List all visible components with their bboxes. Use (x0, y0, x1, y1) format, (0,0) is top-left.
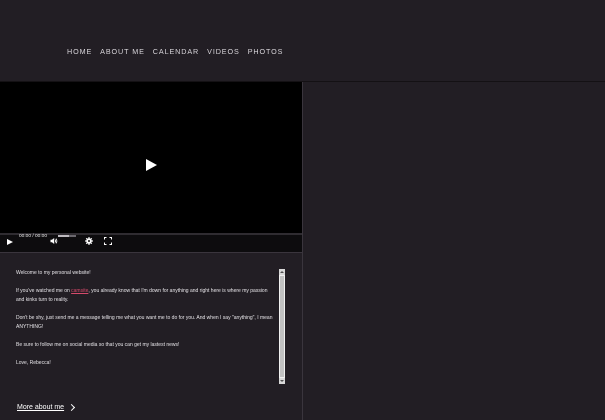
textbox-scrollbar[interactable] (279, 269, 285, 384)
gear-icon[interactable] (85, 237, 93, 245)
main-nav: HOME ABOUT ME CALENDAR VIDEOS PHOTOS (67, 47, 283, 56)
scroll-thumb[interactable] (280, 276, 284, 377)
message-paragraph: Don't be shy, just send me a message tel… (16, 315, 273, 330)
fullscreen-icon[interactable] (104, 237, 112, 245)
volume-slider[interactable] (58, 235, 76, 237)
nav-about-me[interactable]: ABOUT ME (100, 47, 145, 56)
big-play-icon[interactable] (146, 159, 157, 171)
volume-slider-fill (58, 235, 69, 237)
nav-calendar[interactable]: CALENDAR (153, 47, 199, 56)
intro-before: If you've watched me on (16, 288, 72, 294)
nav-photos[interactable]: PHOTOS (248, 47, 284, 56)
about-section: Welcome to my personal website! If you'v… (0, 253, 303, 420)
more-about-me-label: More about me (17, 404, 65, 411)
more-about-me-link[interactable]: More about me (17, 403, 76, 412)
chevron-right-icon (68, 403, 76, 412)
scroll-up-arrow-icon[interactable] (279, 269, 285, 275)
nav-videos[interactable]: VIDEOS (207, 47, 240, 56)
volume-icon[interactable] (50, 237, 58, 245)
time-display: 00:00 / 00:00 (19, 234, 48, 239)
about-textbox[interactable]: Welcome to my personal website! If you'v… (16, 269, 274, 383)
site-header: HOME ABOUT ME CALENDAR VIDEOS PHOTOS (0, 0, 605, 82)
player-controls: 00:00 / 00:00 (0, 233, 302, 252)
nav-home[interactable]: HOME (67, 47, 92, 56)
social-paragraph: Be sure to follow me on social media so … (16, 342, 180, 348)
camsite-link[interactable]: camsite (71, 288, 88, 294)
greeting-text: Welcome to my personal website! (16, 270, 91, 276)
intro-paragraph: If you've watched me on camsite, you alr… (16, 287, 274, 305)
video-player[interactable]: 00:00 / 00:00 (0, 82, 303, 253)
signoff-text: Love, Rebecca! (16, 360, 51, 366)
play-icon[interactable] (7, 239, 13, 245)
scroll-down-arrow-icon[interactable] (279, 378, 285, 384)
